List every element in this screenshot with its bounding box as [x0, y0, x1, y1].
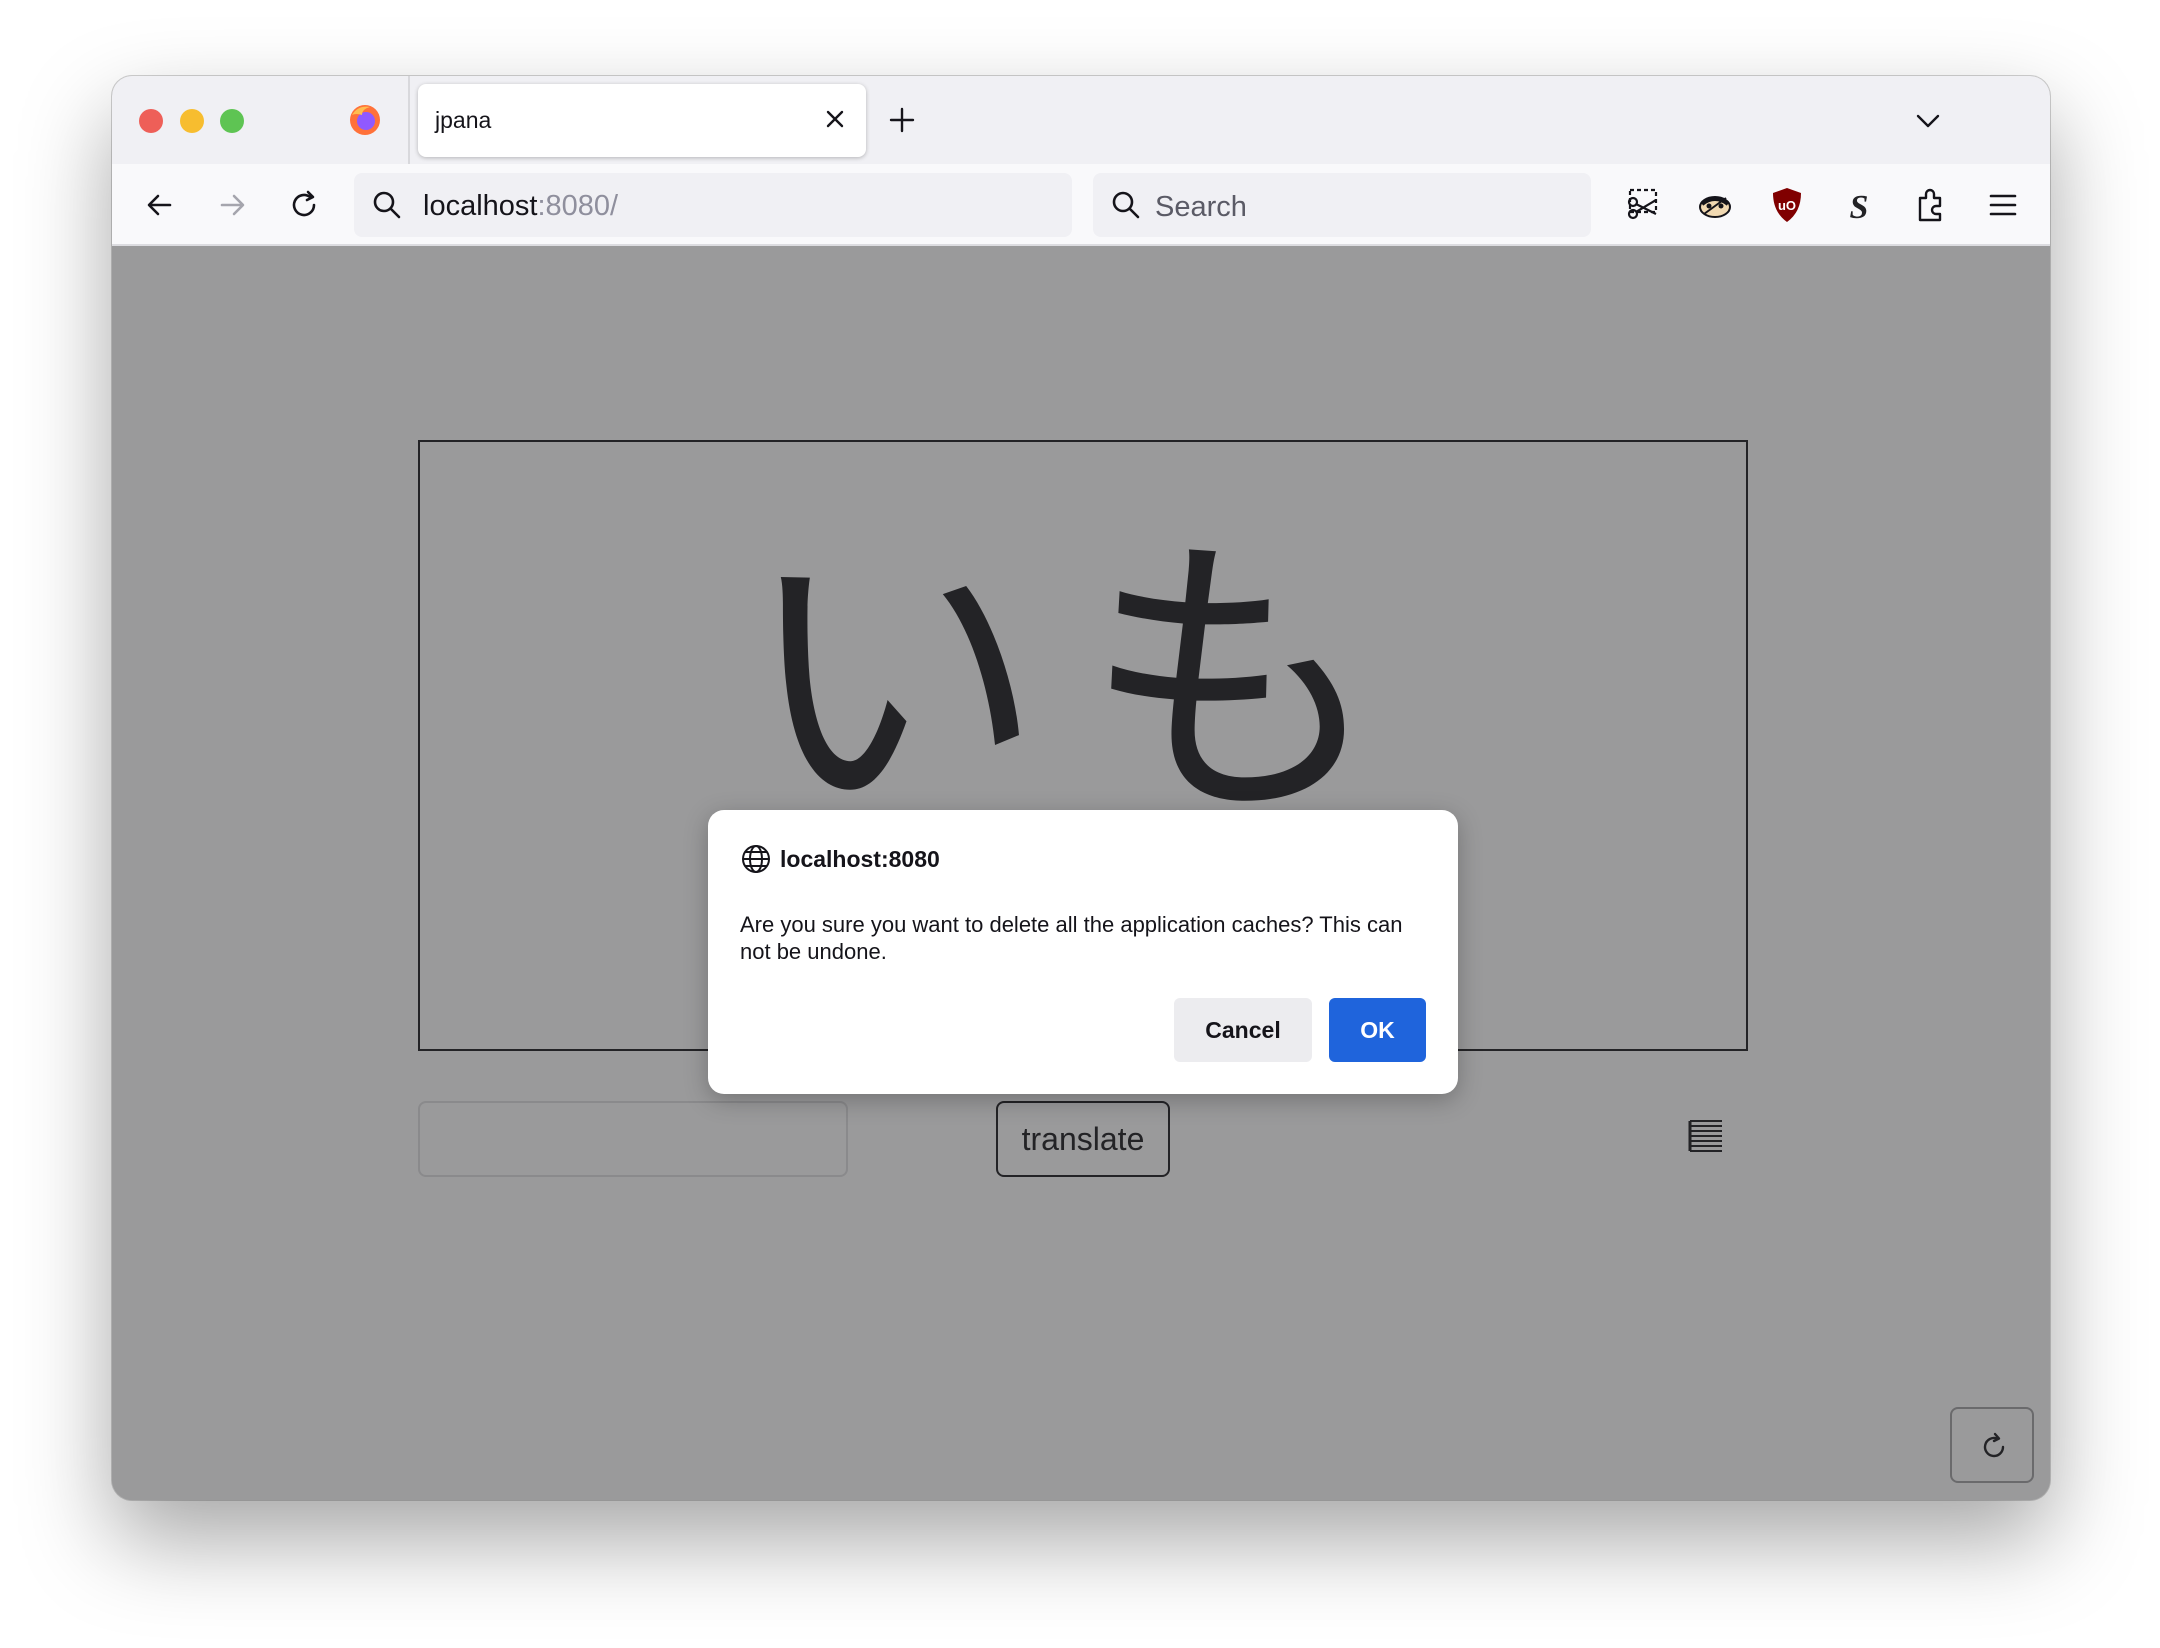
svg-text:uO: uO — [1778, 198, 1796, 213]
svg-text:S: S — [1850, 189, 1869, 226]
page-content: いも translate localhost:8080 Are you sure… — [112, 247, 2050, 1500]
kana-text: いも — [743, 509, 1423, 858]
ok-button[interactable]: OK — [1329, 998, 1426, 1062]
stylus-s-icon[interactable]: S — [1838, 184, 1880, 226]
globe-icon — [742, 845, 770, 873]
cancel-button[interactable]: Cancel — [1174, 998, 1312, 1062]
address-bar[interactable]: localhost:8080/ — [354, 173, 1072, 237]
close-window-button[interactable] — [139, 109, 163, 133]
back-arrow-icon[interactable] — [142, 187, 178, 223]
zoom-window-button[interactable] — [220, 109, 244, 133]
translate-button[interactable]: translate — [996, 1101, 1170, 1177]
dialog-message: Are you sure you want to delete all the … — [740, 912, 1403, 964]
search-placeholder: Search — [1155, 191, 1247, 223]
url-text: localhost:8080/ — [423, 190, 618, 223]
search-icon — [1112, 191, 1140, 219]
tab-title: jpana — [435, 107, 492, 133]
forward-arrow-icon[interactable] — [214, 187, 250, 223]
screenshot-icon[interactable] — [1622, 184, 1664, 226]
tab-bar: jpana — [112, 76, 2050, 164]
firefox-icon[interactable] — [348, 103, 382, 137]
minimize-window-button[interactable] — [180, 109, 204, 133]
plus-icon[interactable] — [885, 103, 919, 137]
tab-separator — [408, 76, 410, 164]
tab-jpana[interactable]: jpana — [418, 84, 866, 157]
hamburger-menu-icon[interactable] — [1982, 184, 2024, 226]
ublock-origin-icon[interactable]: uO — [1766, 184, 1808, 226]
extension-raccoon-icon[interactable] — [1694, 184, 1736, 226]
search-icon — [373, 191, 401, 219]
browser-window: jpana localhost:8080/ Search uO S いも tra… — [112, 76, 2050, 1500]
refresh-icon — [1983, 1432, 2005, 1458]
reload-button[interactable] — [1950, 1407, 2034, 1483]
chevron-down-icon[interactable] — [1912, 105, 1944, 137]
close-icon[interactable] — [822, 106, 848, 132]
reload-icon[interactable] — [286, 187, 322, 223]
url-host: localhost — [423, 190, 538, 222]
url-port-path: :8080/ — [537, 190, 619, 222]
translation-input[interactable] — [418, 1101, 848, 1177]
search-bar[interactable]: Search — [1093, 173, 1591, 237]
list-icon[interactable] — [1688, 1118, 1724, 1156]
dialog-origin: localhost:8080 — [780, 846, 940, 872]
confirm-dialog: localhost:8080 Are you sure you want to … — [708, 810, 1458, 1094]
extensions-puzzle-icon[interactable] — [1910, 184, 1952, 226]
navigation-toolbar: localhost:8080/ Search uO S — [112, 164, 2050, 246]
